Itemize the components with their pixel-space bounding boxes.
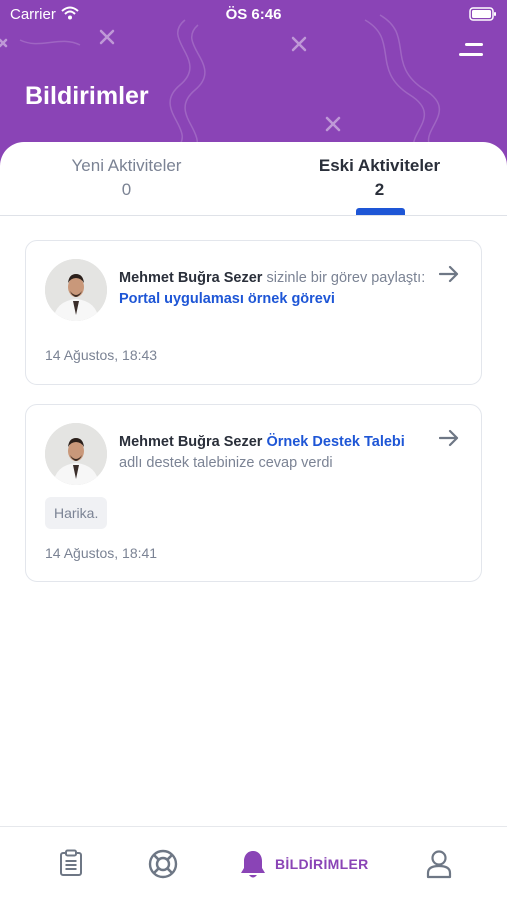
tab-old-activities[interactable]: Eski Aktiviteler 2	[253, 156, 506, 200]
notification-message: sizinle bir görev paylaştı:	[262, 270, 426, 286]
notification-message-suffix: adlı destek talebinize cevap verdi	[119, 455, 333, 471]
bottom-navigation: BİLDİRİMLER	[0, 826, 507, 900]
notification-card[interactable]: Mehmet Buğra Sezer Örnek Destek Talebi a…	[25, 404, 482, 582]
activity-tabs: Yeni Aktiviteler 0 Eski Aktiviteler 2	[0, 142, 507, 216]
arrow-right-icon[interactable]	[439, 265, 459, 283]
tab-label: Yeni Aktiviteler	[71, 156, 182, 175]
avatar	[45, 423, 107, 485]
clipboard-icon	[60, 849, 82, 876]
menu-lines-icon[interactable]	[459, 43, 483, 57]
clock: ÖS 6:46	[225, 6, 282, 23]
nav-notifications[interactable]: BİLDİRİMLER	[239, 849, 369, 879]
page-title: Bildirimler	[25, 82, 149, 110]
notification-card[interactable]: Mehmet Buğra Sezer sizinle bir görev pay…	[25, 240, 482, 385]
notification-text: Mehmet Buğra Sezer sizinle bir görev pay…	[119, 268, 429, 310]
tab-label: Eski Aktiviteler	[318, 156, 441, 175]
task-link[interactable]: Portal uygulaması örnek görevi	[119, 291, 335, 307]
tab-count: 0	[121, 180, 132, 199]
notification-time: 14 Ağustos, 18:41	[45, 545, 158, 561]
active-tab-indicator	[356, 208, 405, 215]
arrow-right-icon[interactable]	[439, 429, 459, 447]
battery-icon	[469, 7, 496, 21]
nav-notifications-label: BİLDİRİMLER	[275, 856, 369, 872]
reply-message: Harika.	[45, 497, 108, 529]
support-request-link[interactable]: Örnek Destek Talebi	[266, 434, 404, 450]
user-name: Mehmet Buğra Sezer	[119, 434, 263, 450]
avatar	[45, 259, 107, 321]
status-bar: Carrier ÖS 6:46	[0, 0, 507, 30]
nav-tasks[interactable]	[59, 849, 83, 882]
bell-icon	[241, 851, 265, 878]
user-icon	[426, 850, 452, 879]
lifebuoy-icon	[148, 849, 178, 879]
nav-support[interactable]	[148, 849, 178, 884]
main-content: Yeni Aktiviteler 0 Eski Aktiviteler 2 Me…	[0, 142, 507, 832]
tab-new-activities[interactable]: Yeni Aktiviteler 0	[0, 156, 253, 200]
user-name: Mehmet Buğra Sezer	[119, 270, 263, 286]
nav-profile[interactable]	[426, 849, 452, 884]
notification-text: Mehmet Buğra Sezer Örnek Destek Talebi a…	[119, 432, 429, 474]
notification-time: 14 Ağustos, 18:43	[45, 347, 158, 363]
tab-count: 2	[374, 180, 385, 199]
